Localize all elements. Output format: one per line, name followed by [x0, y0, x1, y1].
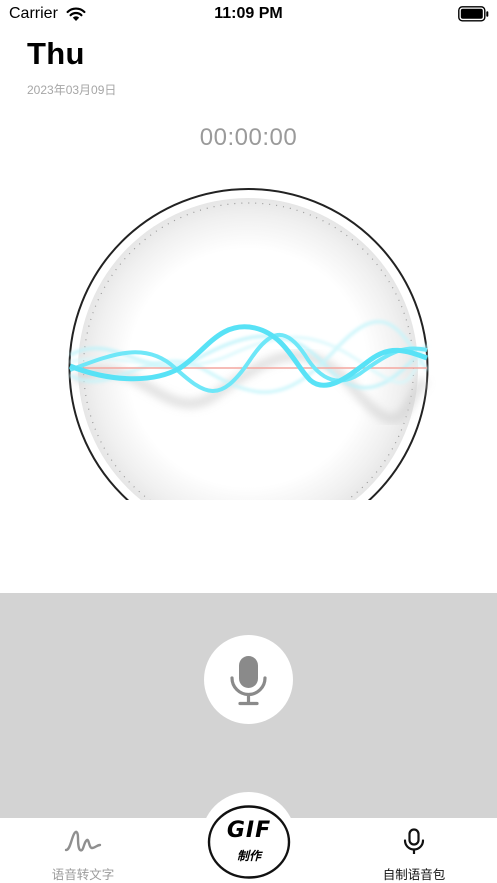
tab-custom-voice-pack[interactable]: 自制语音包 [331, 818, 497, 883]
elapsed-timer: 00:00:00 [199, 124, 298, 151]
gif-subtitle: 制作 [236, 849, 261, 863]
tab-speech-to-text-label: 语音转文字 [51, 868, 115, 882]
record-button[interactable] [204, 635, 293, 724]
voice-visualizer [55, 180, 442, 500]
waveform-icon [64, 830, 102, 852]
battery-icon [458, 6, 489, 22]
tab-custom-voice-pack-label: 自制语音包 [382, 868, 446, 882]
microphone-icon [403, 828, 425, 854]
gif-maker-button[interactable]: GIF 制作 [207, 805, 291, 879]
tab-speech-to-text[interactable]: 语音转文字 [0, 818, 166, 883]
visualizer-glow [78, 198, 418, 500]
date-label: 2023年03月09日 [27, 83, 117, 97]
status-time: 11:09 PM [214, 5, 283, 22]
gif-title: GIF [226, 818, 272, 843]
microphone-icon [230, 656, 267, 706]
status-bar: Carrier 11:09 PM [0, 0, 497, 30]
day-title: Thu [27, 36, 85, 71]
